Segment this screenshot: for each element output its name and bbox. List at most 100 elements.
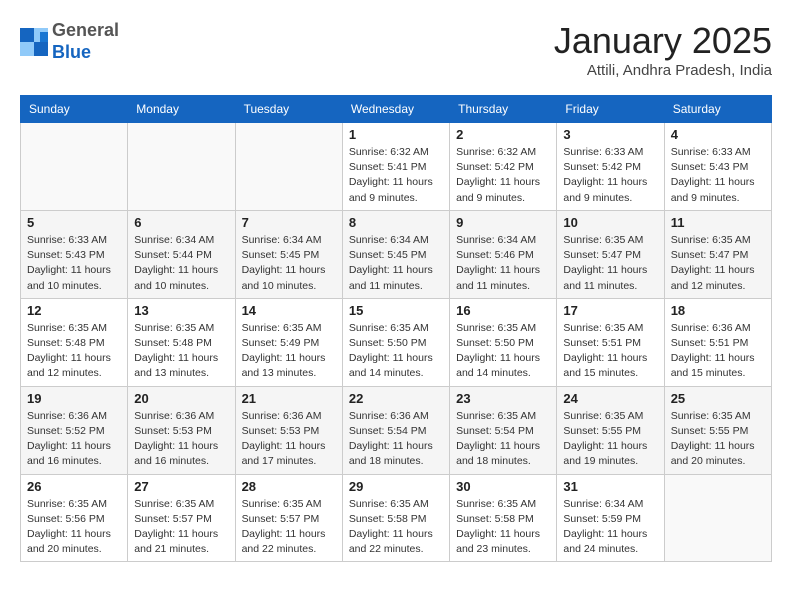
logo-icon: [20, 28, 48, 56]
title-block: January 2025 Attili, Andhra Pradesh, Ind…: [554, 20, 772, 79]
day-info: Sunrise: 6:35 AM Sunset: 5:55 PM Dayligh…: [563, 409, 657, 470]
day-info: Sunrise: 6:35 AM Sunset: 5:58 PM Dayligh…: [456, 497, 550, 558]
calendar-cell: 18 Sunrise: 6:36 AM Sunset: 5:51 PM Dayli…: [664, 298, 771, 386]
calendar-week-4: 19 Sunrise: 6:36 AM Sunset: 5:52 PM Dayli…: [21, 386, 772, 474]
day-number: 16: [456, 303, 550, 318]
calendar-cell: 25 Sunrise: 6:35 AM Sunset: 5:55 PM Dayli…: [664, 386, 771, 474]
day-number: 1: [349, 127, 443, 142]
day-number: 18: [671, 303, 765, 318]
day-number: 7: [242, 215, 336, 230]
day-info: Sunrise: 6:35 AM Sunset: 5:48 PM Dayligh…: [27, 321, 121, 382]
day-info: Sunrise: 6:35 AM Sunset: 5:54 PM Dayligh…: [456, 409, 550, 470]
calendar-cell: 27 Sunrise: 6:35 AM Sunset: 5:57 PM Dayli…: [128, 474, 235, 562]
day-number: 9: [456, 215, 550, 230]
weekday-header-monday: Monday: [128, 96, 235, 123]
day-number: 14: [242, 303, 336, 318]
day-info: Sunrise: 6:35 AM Sunset: 5:50 PM Dayligh…: [456, 321, 550, 382]
day-info: Sunrise: 6:35 AM Sunset: 5:48 PM Dayligh…: [134, 321, 228, 382]
day-number: 11: [671, 215, 765, 230]
day-info: Sunrise: 6:35 AM Sunset: 5:56 PM Dayligh…: [27, 497, 121, 558]
logo: General Blue: [20, 20, 119, 63]
day-info: Sunrise: 6:32 AM Sunset: 5:42 PM Dayligh…: [456, 145, 550, 206]
day-info: Sunrise: 6:34 AM Sunset: 5:45 PM Dayligh…: [349, 233, 443, 294]
day-number: 15: [349, 303, 443, 318]
calendar-cell: 15 Sunrise: 6:35 AM Sunset: 5:50 PM Dayli…: [342, 298, 449, 386]
day-info: Sunrise: 6:35 AM Sunset: 5:55 PM Dayligh…: [671, 409, 765, 470]
day-info: Sunrise: 6:35 AM Sunset: 5:47 PM Dayligh…: [563, 233, 657, 294]
day-info: Sunrise: 6:34 AM Sunset: 5:59 PM Dayligh…: [563, 497, 657, 558]
logo-general: General: [52, 20, 119, 40]
day-info: Sunrise: 6:35 AM Sunset: 5:49 PM Dayligh…: [242, 321, 336, 382]
day-number: 10: [563, 215, 657, 230]
calendar-cell: 24 Sunrise: 6:35 AM Sunset: 5:55 PM Dayli…: [557, 386, 664, 474]
calendar-cell: 14 Sunrise: 6:35 AM Sunset: 5:49 PM Dayli…: [235, 298, 342, 386]
day-info: Sunrise: 6:36 AM Sunset: 5:53 PM Dayligh…: [134, 409, 228, 470]
calendar-cell: 28 Sunrise: 6:35 AM Sunset: 5:57 PM Dayli…: [235, 474, 342, 562]
calendar-cell: 13Sunrise: 6:35 AM Sunset: 5:48 PM Dayli…: [128, 298, 235, 386]
calendar-week-3: 12 Sunrise: 6:35 AM Sunset: 5:48 PM Dayli…: [21, 298, 772, 386]
calendar-cell: 5Sunrise: 6:33 AM Sunset: 5:43 PM Daylig…: [21, 210, 128, 298]
day-info: Sunrise: 6:35 AM Sunset: 5:50 PM Dayligh…: [349, 321, 443, 382]
day-number: 5: [27, 215, 121, 230]
day-info: Sunrise: 6:36 AM Sunset: 5:52 PM Dayligh…: [27, 409, 121, 470]
day-number: 12: [27, 303, 121, 318]
day-number: 31: [563, 479, 657, 494]
day-number: 26: [27, 479, 121, 494]
calendar-cell: 6Sunrise: 6:34 AM Sunset: 5:44 PM Daylig…: [128, 210, 235, 298]
day-info: Sunrise: 6:35 AM Sunset: 5:57 PM Dayligh…: [242, 497, 336, 558]
logo-blue: Blue: [52, 42, 91, 62]
weekday-header-tuesday: Tuesday: [235, 96, 342, 123]
calendar-week-2: 5Sunrise: 6:33 AM Sunset: 5:43 PM Daylig…: [21, 210, 772, 298]
day-info: Sunrise: 6:35 AM Sunset: 5:57 PM Dayligh…: [134, 497, 228, 558]
weekday-header-thursday: Thursday: [450, 96, 557, 123]
day-info: Sunrise: 6:32 AM Sunset: 5:41 PM Dayligh…: [349, 145, 443, 206]
weekday-header-friday: Friday: [557, 96, 664, 123]
calendar-cell: 3Sunrise: 6:33 AM Sunset: 5:42 PM Daylig…: [557, 123, 664, 211]
calendar-cell: 8 Sunrise: 6:34 AM Sunset: 5:45 PM Daylig…: [342, 210, 449, 298]
location-subtitle: Attili, Andhra Pradesh, India: [554, 62, 772, 79]
day-number: 21: [242, 391, 336, 406]
day-number: 27: [134, 479, 228, 494]
calendar-cell: [664, 474, 771, 562]
day-info: Sunrise: 6:35 AM Sunset: 5:51 PM Dayligh…: [563, 321, 657, 382]
weekday-header-row: SundayMondayTuesdayWednesdayThursdayFrid…: [21, 96, 772, 123]
calendar-cell: 29 Sunrise: 6:35 AM Sunset: 5:58 PM Dayli…: [342, 474, 449, 562]
day-number: 28: [242, 479, 336, 494]
weekday-header-sunday: Sunday: [21, 96, 128, 123]
day-number: 2: [456, 127, 550, 142]
day-number: 24: [563, 391, 657, 406]
day-number: 8: [349, 215, 443, 230]
calendar-week-5: 26 Sunrise: 6:35 AM Sunset: 5:56 PM Dayli…: [21, 474, 772, 562]
calendar-cell: 23Sunrise: 6:35 AM Sunset: 5:54 PM Dayli…: [450, 386, 557, 474]
calendar-table: SundayMondayTuesdayWednesdayThursdayFrid…: [20, 95, 772, 562]
day-number: 4: [671, 127, 765, 142]
day-number: 30: [456, 479, 550, 494]
day-number: 19: [27, 391, 121, 406]
weekday-header-saturday: Saturday: [664, 96, 771, 123]
month-title: January 2025: [554, 20, 772, 62]
calendar-cell: 2 Sunrise: 6:32 AM Sunset: 5:42 PM Daylig…: [450, 123, 557, 211]
calendar-cell: 4Sunrise: 6:33 AM Sunset: 5:43 PM Daylig…: [664, 123, 771, 211]
day-info: Sunrise: 6:33 AM Sunset: 5:42 PM Dayligh…: [563, 145, 657, 206]
day-info: Sunrise: 6:34 AM Sunset: 5:46 PM Dayligh…: [456, 233, 550, 294]
day-number: 22: [349, 391, 443, 406]
day-number: 29: [349, 479, 443, 494]
calendar-cell: [235, 123, 342, 211]
calendar-cell: 16 Sunrise: 6:35 AM Sunset: 5:50 PM Dayli…: [450, 298, 557, 386]
day-info: Sunrise: 6:36 AM Sunset: 5:53 PM Dayligh…: [242, 409, 336, 470]
calendar-cell: 20Sunrise: 6:36 AM Sunset: 5:53 PM Dayli…: [128, 386, 235, 474]
calendar-cell: 26 Sunrise: 6:35 AM Sunset: 5:56 PM Dayli…: [21, 474, 128, 562]
calendar-cell: 22 Sunrise: 6:36 AM Sunset: 5:54 PM Dayli…: [342, 386, 449, 474]
day-info: Sunrise: 6:35 AM Sunset: 5:58 PM Dayligh…: [349, 497, 443, 558]
day-number: 25: [671, 391, 765, 406]
day-info: Sunrise: 6:34 AM Sunset: 5:45 PM Dayligh…: [242, 233, 336, 294]
day-info: Sunrise: 6:36 AM Sunset: 5:54 PM Dayligh…: [349, 409, 443, 470]
calendar-cell: 17Sunrise: 6:35 AM Sunset: 5:51 PM Dayli…: [557, 298, 664, 386]
calendar-cell: 30 Sunrise: 6:35 AM Sunset: 5:58 PM Dayli…: [450, 474, 557, 562]
day-info: Sunrise: 6:36 AM Sunset: 5:51 PM Dayligh…: [671, 321, 765, 382]
calendar-cell: [21, 123, 128, 211]
page-header: General Blue January 2025 Attili, Andhra…: [20, 20, 772, 79]
calendar-cell: 21 Sunrise: 6:36 AM Sunset: 5:53 PM Dayli…: [235, 386, 342, 474]
calendar-week-1: 1 Sunrise: 6:32 AM Sunset: 5:41 PM Daylig…: [21, 123, 772, 211]
day-info: Sunrise: 6:35 AM Sunset: 5:47 PM Dayligh…: [671, 233, 765, 294]
